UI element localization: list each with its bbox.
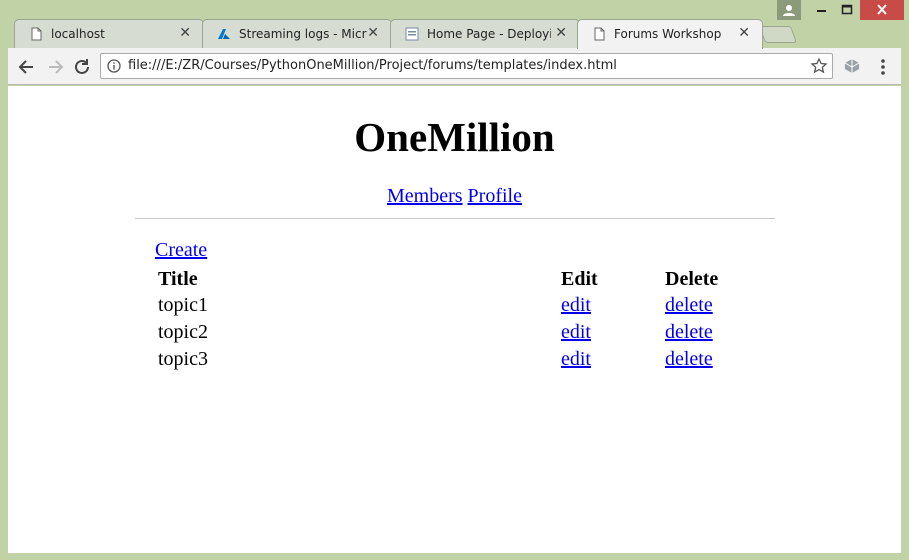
tab-forums-workshop[interactable]: Forums Workshop ✕ [577,19,763,49]
page-viewport: OneMillion Members Profile Create Title … [8,86,901,553]
close-tab-icon[interactable]: ✕ [555,25,567,41]
minimize-button[interactable] [808,0,834,20]
url-text[interactable]: file:///E:/ZR/Courses/PythonOneMillion/P… [128,58,617,73]
minimize-icon [817,10,826,12]
divider [135,218,775,219]
user-icon [783,5,795,16]
reload-icon [75,59,89,74]
table-header-row: Title Edit Delete [158,267,755,291]
azure-icon [218,29,230,39]
page-icon [31,27,42,41]
edit-column-header: Edit [561,267,598,290]
forward-button[interactable] [44,56,66,78]
topic-title: topic2 [158,321,208,343]
extension-icon[interactable] [842,57,862,75]
topics-table: Title Edit Delete topic1 edit delete top… [155,265,758,374]
doc-icon [405,27,419,41]
tab-title: localhost [51,27,105,41]
delete-link[interactable]: delete [665,294,713,316]
user-profile-button[interactable] [777,0,801,20]
edit-link[interactable]: edit [561,294,591,316]
reload-button[interactable] [71,56,93,78]
close-window-button[interactable] [860,0,904,20]
close-icon [877,4,887,15]
delete-link[interactable]: delete [665,348,713,370]
delete-link[interactable]: delete [665,321,713,343]
tab-localhost[interactable]: localhost ✕ [14,19,204,48]
close-tab-icon[interactable]: ✕ [367,25,379,41]
page-icon [594,27,605,41]
tab-title: Home Page - Deployin [427,27,551,41]
back-arrow-icon [18,60,33,74]
delete-column-header: Delete [665,267,719,290]
back-button[interactable] [16,56,38,78]
create-topic-link[interactable]: Create [155,239,207,262]
forward-arrow-icon [49,60,64,74]
edit-link[interactable]: edit [561,348,591,370]
tab-title: Streaming logs - Micro [239,27,367,41]
table-row: topic2 edit delete [158,320,755,345]
tab-streaming-logs[interactable]: Streaming logs - Micro ✕ [202,19,392,48]
table-row: topic1 edit delete [158,293,755,318]
window-titlebar: localhost ✕ Streaming logs - Micro ✕ Hom… [0,0,909,49]
maximize-icon [841,4,853,15]
close-tab-icon[interactable]: ✕ [738,25,750,41]
site-title: OneMillion [354,114,555,160]
forums-page: OneMillion Members Profile Create Title … [8,86,901,553]
info-icon[interactable] [107,59,121,73]
site-nav: Members Profile [8,185,901,208]
edit-link[interactable]: edit [561,321,591,343]
address-bar[interactable]: file:///E:/ZR/Courses/PythonOneMillion/P… [100,53,833,79]
topic-title: topic3 [158,348,208,370]
tab-title: Forums Workshop [614,27,722,41]
title-column-header: Title [158,267,198,290]
profile-link[interactable]: Profile [468,185,522,207]
topic-title: topic1 [158,294,208,316]
new-tab-button[interactable] [758,26,798,43]
members-link[interactable]: Members [387,185,463,207]
close-tab-icon[interactable]: ✕ [179,25,191,41]
browser-toolbar: file:///E:/ZR/Courses/PythonOneMillion/P… [8,48,901,85]
bookmark-star-icon[interactable] [810,57,828,75]
maximize-button[interactable] [834,0,860,20]
table-row: topic3 edit delete [158,347,755,372]
tab-home-page[interactable]: Home Page - Deployin ✕ [390,19,580,48]
menu-icon[interactable] [875,57,891,77]
